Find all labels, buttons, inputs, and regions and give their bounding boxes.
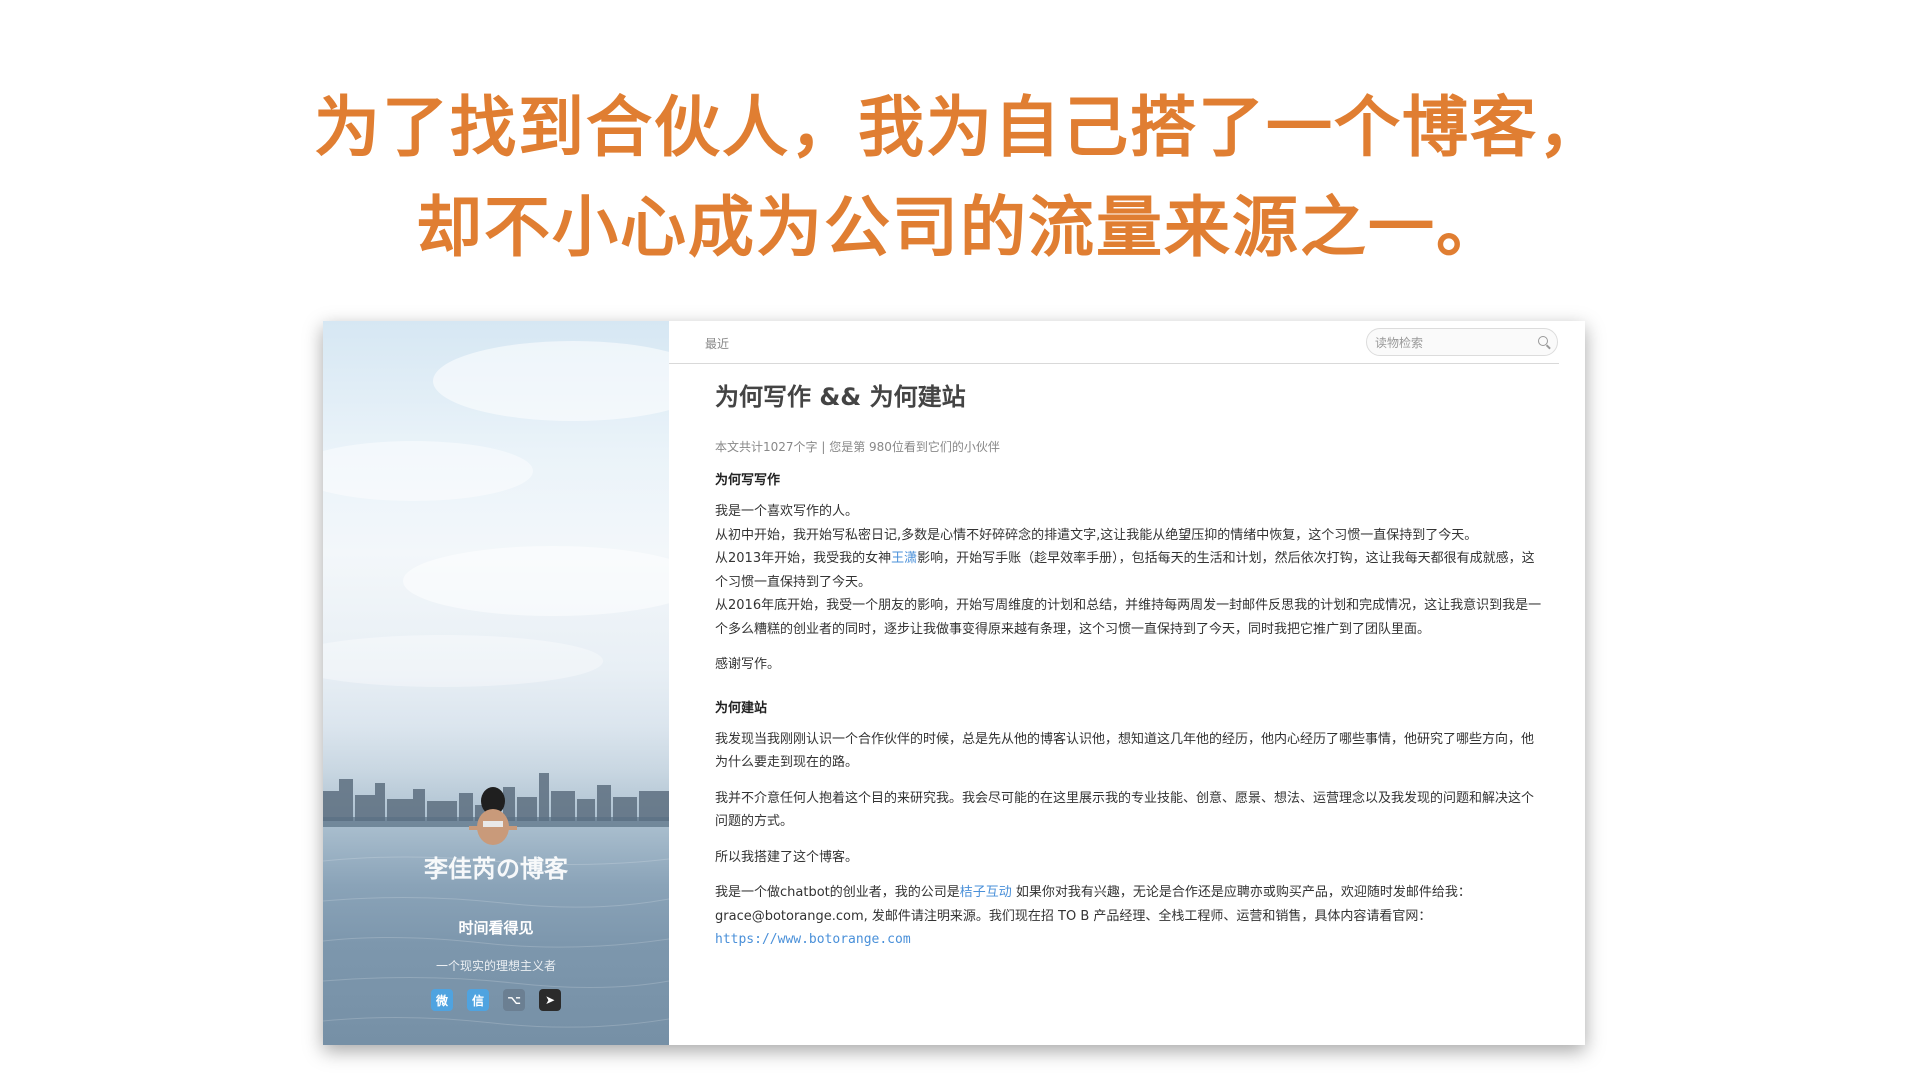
main-content: 最近 为何写作 && 为何建站 本文共计1027个字 | 您是第 980位看到它…: [669, 321, 1585, 1045]
section-heading-why-write: 为何写写作: [715, 473, 781, 488]
telegram-icon[interactable]: ➤: [539, 989, 561, 1011]
blog-screenshot: 李佳芮の博客 时间看得见 一个现实的理想主义者 微 信 ⌥ ➤ 最近 为何写作 …: [323, 321, 1585, 1045]
sidebar-hero: 李佳芮の博客 时间看得见 一个现实的理想主义者 微 信 ⌥ ➤: [323, 321, 669, 1045]
article-meta: 本文共计1027个字 | 您是第 980位看到它们的小伙伴: [715, 440, 1000, 454]
top-bar: 最近: [669, 321, 1559, 364]
paragraph-text: 我是一个做chatbot的创业者，我的公司是: [715, 885, 960, 900]
search-box: [1366, 328, 1558, 356]
paragraph: 我发现当我刚刚认识一个合作伙伴的时候，总是先从他的博客认识他，想知道这几年他的经…: [715, 731, 1535, 771]
website-link[interactable]: https://www.botorange.com: [715, 932, 911, 947]
slide-headline: 为了找到合伙人，我为自己搭了一个博客， 却不小心成为公司的流量来源之一。: [0, 78, 1920, 278]
paragraph: 我并不介意任何人抱着这个目的来研究我。我会尽可能的在这里展示我的专业技能、创意、…: [715, 790, 1535, 830]
article: 为何写作 && 为何建站 本文共计1027个字 | 您是第 980位看到它们的小…: [715, 377, 1545, 952]
paragraph: 从初中开始，我开始写私密日记,多数是心情不好碎碎念的排遣文字,这让我能从绝望压抑…: [715, 527, 1478, 543]
company-link[interactable]: 桔子互动: [960, 885, 1012, 900]
paragraph: 感谢写作。: [715, 657, 781, 672]
social-links: 微 信 ⌥ ➤: [323, 989, 669, 1011]
github-icon[interactable]: ⌥: [503, 989, 525, 1011]
section-heading-why-site: 为何建站: [715, 700, 768, 716]
headline-line-2: 却不小心成为公司的流量来源之一。: [416, 189, 1504, 266]
paragraph: 我是一个做chatbot的创业者，我的公司是桔子互动 如果你对我有兴趣，无论是合…: [715, 881, 1545, 952]
paragraph-text: 从2013年开始，我受我的女神: [715, 551, 892, 566]
blog-subtitle: 时间看得见: [458, 919, 534, 937]
search-icon[interactable]: [1538, 336, 1548, 346]
paragraph: 从2016年底开始，我受一个朋友的影响，开始写周维度的计划和总结，并维持每两周发…: [715, 598, 1542, 637]
blog-title[interactable]: 李佳芮の博客: [323, 849, 669, 884]
paragraph: 从2013年开始，我受我的女神王潇影响，开始写手账（趁早效率手册），包括每天的生…: [715, 547, 1545, 594]
wang-xiao-link[interactable]: 王潇: [891, 551, 917, 566]
search-input[interactable]: [1373, 333, 1527, 353]
paragraph: 我是一个喜欢写作的人。: [715, 504, 859, 519]
article-title: 为何写作 && 为何建站: [715, 383, 966, 411]
weibo-icon[interactable]: 微: [431, 989, 453, 1011]
blog-tagline: 一个现实的理想主义者: [435, 959, 556, 973]
headline-line-1: 为了找到合伙人，我为自己搭了一个博客，: [314, 89, 1606, 166]
nav-recent-link[interactable]: 最近: [705, 335, 729, 352]
wechat-icon[interactable]: 信: [467, 989, 489, 1011]
paragraph: 所以我搭建了这个博客。: [715, 849, 859, 865]
